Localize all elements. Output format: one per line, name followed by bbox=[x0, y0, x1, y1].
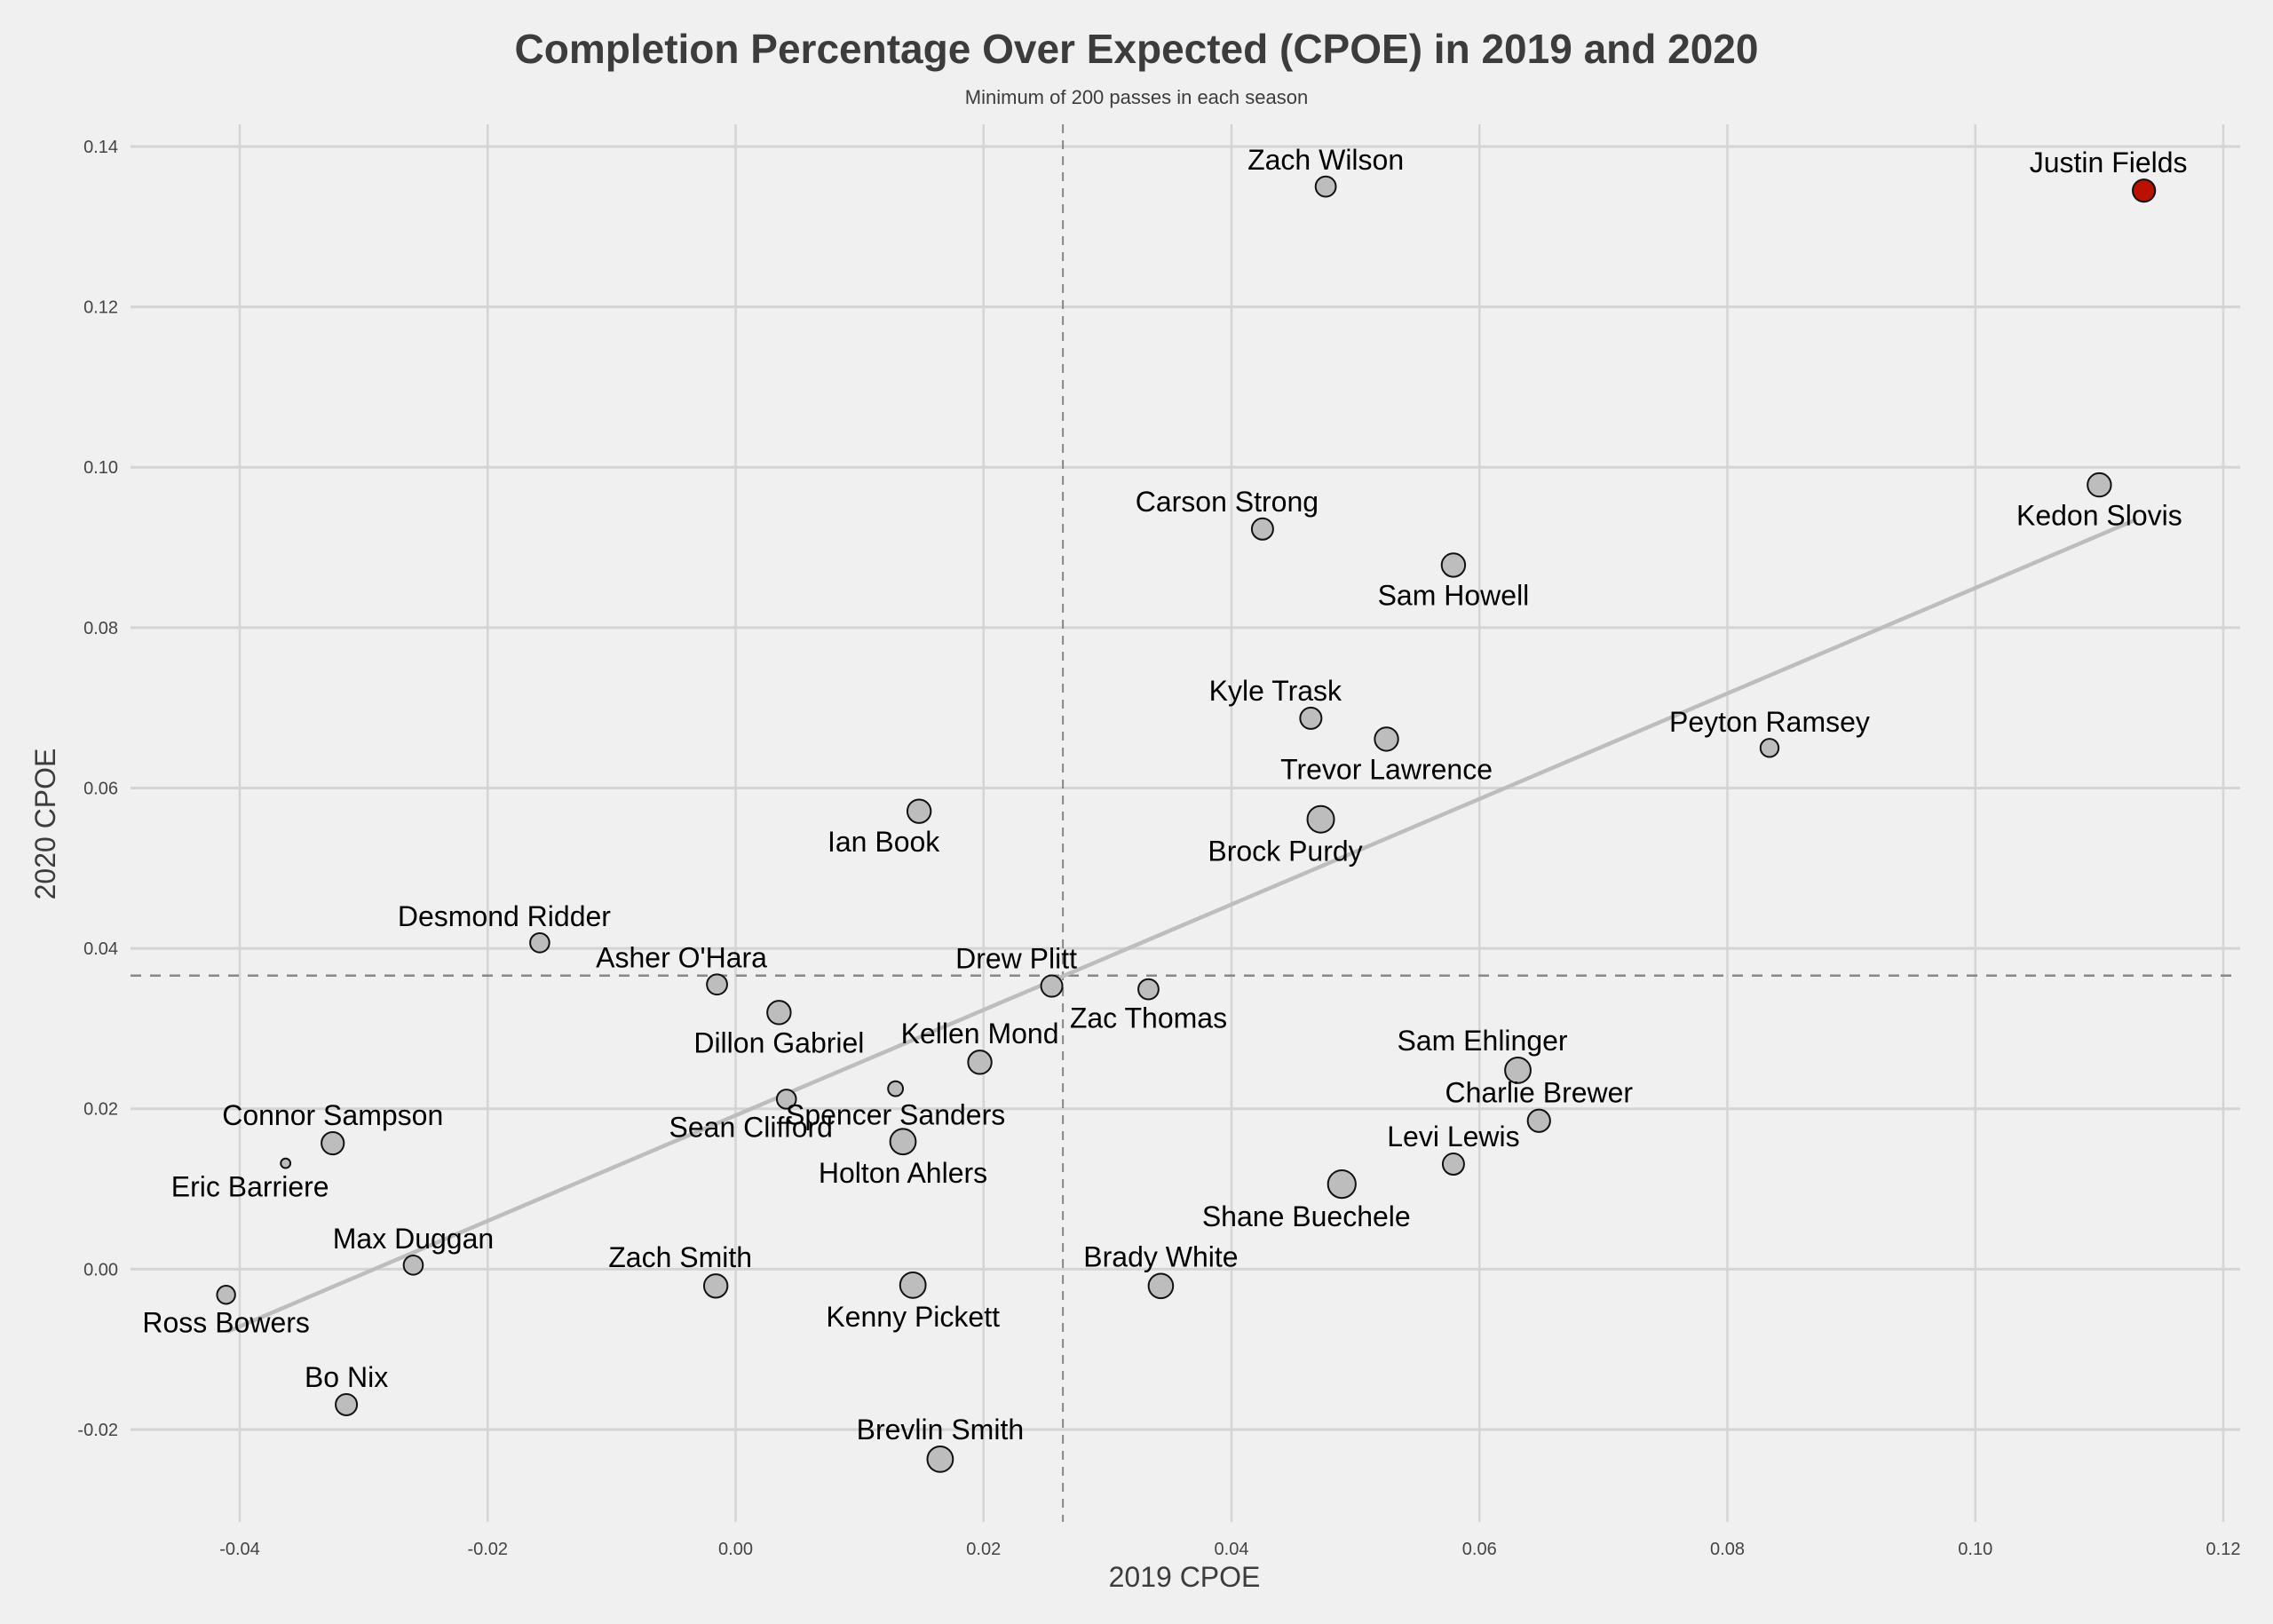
point-label: Ross Bowers bbox=[142, 1306, 310, 1338]
point-label: Connor Sampson bbox=[222, 1099, 443, 1131]
point-label: Sam Howell bbox=[1378, 580, 1530, 612]
point-label: Zac Thomas bbox=[1070, 1002, 1227, 1034]
point-labels: Justin Fields Zach Wilson Kedon Slovis Cars… bbox=[142, 144, 2187, 1446]
x-tick-label: 0.06 bbox=[1462, 1540, 1497, 1559]
data-point bbox=[402, 1255, 424, 1276]
data-point bbox=[216, 1285, 236, 1305]
data-point bbox=[1306, 804, 1335, 834]
data-point bbox=[1299, 706, 1323, 730]
x-axis-label: 2019 CPOE bbox=[1109, 1561, 1261, 1593]
x-tick-label: 0.10 bbox=[1958, 1540, 1992, 1559]
y-tick-label: -0.02 bbox=[77, 1421, 118, 1440]
point-label: Dillon Gabriel bbox=[693, 1027, 864, 1059]
point-label: Kellen Mond bbox=[901, 1018, 1059, 1050]
data-point bbox=[899, 1271, 927, 1299]
point-label: Kedon Slovis bbox=[2016, 499, 2182, 531]
data-point bbox=[1147, 1272, 1175, 1300]
point-label: Ian Book bbox=[828, 826, 940, 858]
data-point bbox=[1440, 552, 1467, 578]
point-label: Kenny Pickett bbox=[826, 1301, 1000, 1333]
x-tick-label: 0.00 bbox=[718, 1540, 753, 1559]
data-point bbox=[321, 1130, 345, 1156]
point-label: Brady White bbox=[1083, 1241, 1238, 1273]
point-label: Holton Ahlers bbox=[819, 1157, 987, 1189]
point-label: Kyle Trask bbox=[1209, 675, 1342, 707]
point-label: Shane Buechele bbox=[1202, 1200, 1411, 1232]
data-point bbox=[706, 973, 728, 996]
point-label: Sam Ehlinger bbox=[1397, 1025, 1567, 1057]
data-point bbox=[1441, 1153, 1465, 1176]
data-point bbox=[1759, 738, 1780, 758]
data-point bbox=[967, 1050, 993, 1075]
data-point bbox=[1314, 175, 1337, 198]
data-points bbox=[216, 175, 2157, 1473]
data-point bbox=[766, 1000, 792, 1026]
data-point bbox=[889, 1128, 917, 1156]
data-point bbox=[280, 1157, 292, 1169]
data-point bbox=[1040, 974, 1064, 998]
data-point bbox=[2132, 178, 2157, 203]
data-point bbox=[1250, 517, 1274, 541]
point-label: Levi Lewis bbox=[1387, 1121, 1519, 1153]
point-label: Trevor Lawrence bbox=[1280, 754, 1493, 786]
tick-labels: -0.04 -0.02 0.00 0.02 0.04 0.06 0.08 0.10 0.12 -0… bbox=[77, 138, 2240, 1559]
scatter-plot: -0.04 -0.02 0.00 0.02 0.04 0.06 0.08 0.10 0.12 -0… bbox=[29, 124, 2240, 1593]
x-tick-label: -0.02 bbox=[467, 1540, 508, 1559]
data-point bbox=[1374, 726, 1399, 752]
point-label: Brock Purdy bbox=[1208, 836, 1362, 867]
y-tick-label: 0.08 bbox=[83, 619, 118, 638]
data-point bbox=[926, 1445, 954, 1473]
point-label: Max Duggan bbox=[333, 1223, 494, 1255]
point-label: Zach Wilson bbox=[1247, 144, 1404, 176]
y-tick-label: 0.10 bbox=[83, 458, 118, 478]
point-label: Charlie Brewer bbox=[1445, 1077, 1633, 1109]
data-point bbox=[887, 1080, 905, 1097]
point-label: Bo Nix bbox=[305, 1361, 388, 1393]
point-label: Asher O'Hara bbox=[596, 941, 767, 973]
point-label: Spencer Sanders bbox=[786, 1099, 1005, 1131]
gridlines bbox=[131, 124, 2240, 1522]
data-point bbox=[1137, 978, 1160, 1001]
x-tick-label: 0.12 bbox=[2206, 1540, 2241, 1559]
point-label: Zach Smith bbox=[608, 1241, 752, 1273]
point-label: Eric Barriere bbox=[171, 1171, 329, 1203]
x-tick-label: -0.04 bbox=[219, 1540, 260, 1559]
y-tick-label: 0.04 bbox=[83, 939, 118, 959]
y-tick-label: 0.12 bbox=[83, 298, 118, 318]
y-tick-label: 0.14 bbox=[83, 138, 118, 157]
point-label: Drew Plitt bbox=[955, 943, 1077, 975]
point-label: Carson Strong bbox=[1136, 486, 1319, 518]
data-point bbox=[906, 798, 932, 824]
y-tick-label: 0.02 bbox=[83, 1100, 118, 1120]
data-point bbox=[1526, 1108, 1551, 1133]
x-tick-label: 0.04 bbox=[1215, 1540, 1249, 1559]
x-tick-label: 0.02 bbox=[966, 1540, 1001, 1559]
point-label: Desmond Ridder bbox=[398, 900, 611, 932]
point-label: Brevlin Smith bbox=[857, 1414, 1025, 1446]
y-tick-label: 0.00 bbox=[83, 1260, 118, 1279]
reference-lines bbox=[131, 124, 2240, 1522]
y-axis-label: 2020 CPOE bbox=[29, 749, 61, 900]
y-tick-label: 0.06 bbox=[83, 779, 118, 798]
data-point bbox=[529, 931, 550, 954]
data-point bbox=[1327, 1169, 1357, 1200]
point-label: Peyton Ramsey bbox=[1669, 706, 1870, 738]
x-tick-label: 0.08 bbox=[1710, 1540, 1745, 1559]
data-point bbox=[2087, 471, 2112, 498]
point-label: Justin Fields bbox=[2030, 147, 2188, 178]
data-point bbox=[335, 1392, 359, 1416]
data-point bbox=[702, 1273, 729, 1299]
